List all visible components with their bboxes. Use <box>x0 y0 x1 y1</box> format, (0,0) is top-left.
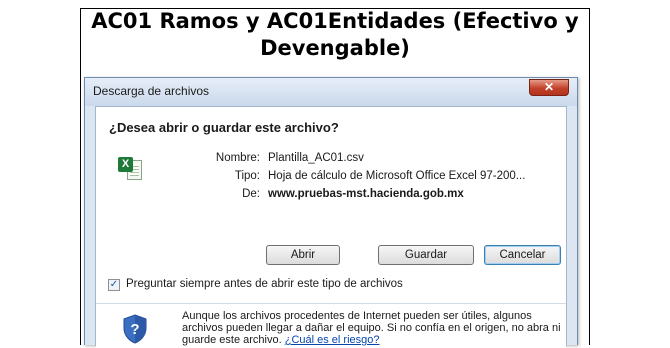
file-source-label: De: <box>242 188 260 200</box>
slide-title-line1: AC01 Ramos y AC01Entidades (Efectivo y <box>91 9 579 33</box>
risk-link[interactable]: ¿Cuál es el riesgo? <box>285 334 380 346</box>
warning-text: Aunque los archivos procedentes de Inter… <box>182 310 562 346</box>
dialog-titlebar: Descarga de archivos ✕ <box>85 78 577 106</box>
file-type-label: Tipo: <box>234 170 260 182</box>
close-button[interactable]: ✕ <box>529 79 569 96</box>
excel-csv-icon: X <box>118 155 142 181</box>
open-button[interactable]: Abrir <box>266 245 340 265</box>
slide-title-line2: Devengable) <box>260 36 410 60</box>
file-type-value: Hoja de cálculo de Microsoft Office Exce… <box>268 170 526 182</box>
slide-title: AC01 Ramos y AC01Entidades (Efectivo y D… <box>0 8 670 62</box>
save-button[interactable]: Guardar <box>378 245 474 265</box>
svg-text:?: ? <box>130 321 139 338</box>
excel-x-icon: X <box>118 157 133 172</box>
dialog-title: Descarga de archivos <box>93 84 210 98</box>
always-ask-label: Preguntar siempre antes de abrir este ti… <box>126 278 403 290</box>
always-ask-checkbox[interactable]: ✓ <box>108 279 120 291</box>
file-name-label: Nombre: <box>215 152 260 164</box>
file-name-value: Plantilla_AC01.csv <box>268 152 364 164</box>
security-warning: ? Aunque los archivos procedentes de Int… <box>96 303 566 348</box>
file-source-value: www.pruebas-mst.hacienda.gob.mx <box>268 188 464 200</box>
security-shield-icon: ? <box>122 314 148 344</box>
dialog-question: ¿Desea abrir o guardar este archivo? <box>109 120 339 135</box>
cancel-button[interactable]: Cancelar <box>484 245 561 265</box>
dialog-body: ¿Desea abrir o guardar este archivo? X N… <box>95 106 567 348</box>
file-download-dialog: Descarga de archivos ✕ ¿Desea abrir o gu… <box>84 77 578 348</box>
close-icon: ✕ <box>543 80 555 94</box>
